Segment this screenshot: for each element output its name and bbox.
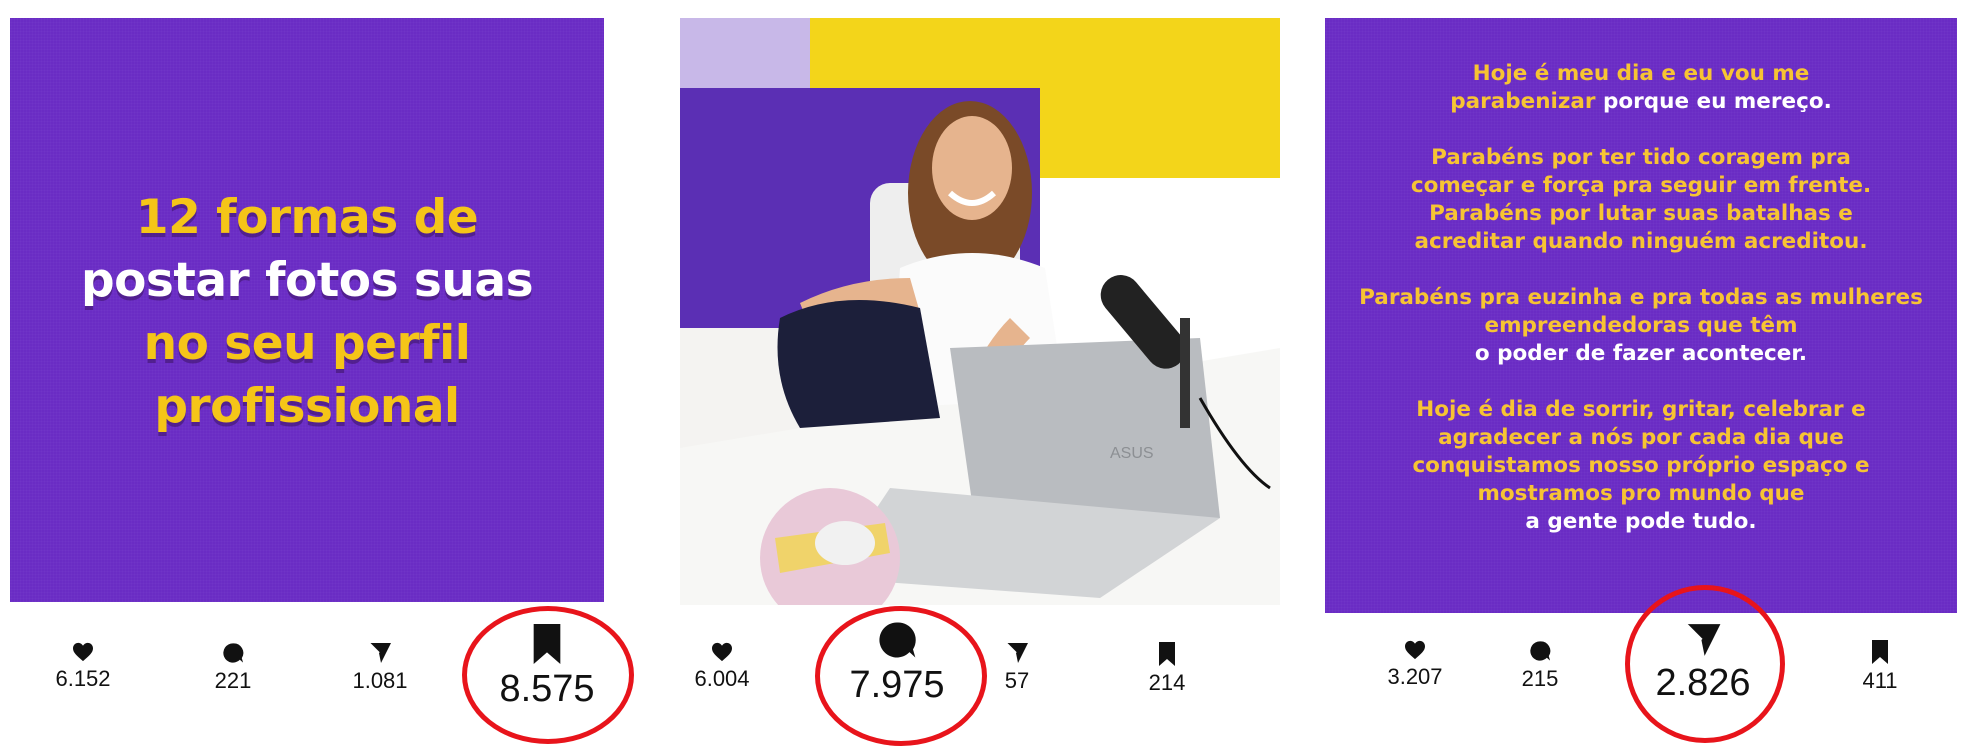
comment-bubble-icon — [223, 643, 244, 663]
post-image-2[interactable]: ASUS — [680, 18, 1280, 605]
likes-stat[interactable]: 6.004 — [662, 642, 782, 692]
paragraph-1: Hoje é meu dia e eu vou me parabenizar p… — [1450, 61, 1832, 114]
comments-count: 215 — [1521, 666, 1559, 691]
saves-stat[interactable]: 214 — [1107, 642, 1227, 696]
paragraph-2: Parabéns por ter tido coragem pra começa… — [1410, 145, 1872, 254]
heart-icon — [712, 642, 732, 662]
saves-stat[interactable]: 411 — [1820, 640, 1940, 694]
shares-stat[interactable]: 1.081 — [320, 642, 440, 694]
saves-count: 411 — [1862, 668, 1898, 693]
post-3-text: Hoje é meu dia e eu vou me parabenizar p… — [1345, 60, 1937, 564]
post-card-1: 12 formas de postar fotos suas no seu pe… — [0, 0, 640, 746]
title-line-4: profissional — [154, 379, 460, 434]
comment-bubble-icon — [1530, 641, 1551, 661]
likes-stat[interactable]: 6.152 — [23, 642, 143, 692]
svg-text:ASUS: ASUS — [1110, 445, 1154, 462]
likes-count: 3.207 — [1387, 664, 1443, 689]
heart-icon — [73, 642, 93, 662]
paragraph-3: Parabéns pra euzinha e pra todas as mulh… — [1359, 285, 1923, 366]
likes-stat[interactable]: 3.207 — [1355, 640, 1475, 690]
post-image-1[interactable]: 12 formas de postar fotos suas no seu pe… — [10, 18, 604, 602]
comments-count: 221 — [214, 668, 252, 693]
send-icon — [1005, 642, 1028, 663]
shares-count: 57 — [1004, 668, 1030, 693]
bookmark-icon — [1872, 640, 1888, 664]
send-icon — [368, 642, 391, 663]
comments-stat[interactable]: 221 — [173, 642, 293, 694]
heart-icon — [1405, 640, 1425, 660]
likes-count: 6.004 — [694, 666, 750, 691]
title-line-2: postar fotos suas — [80, 253, 534, 308]
bookmark-icon — [1159, 642, 1175, 666]
highlight-circle — [462, 606, 634, 744]
highlight-circle — [815, 606, 987, 746]
post-image-3[interactable]: Hoje é meu dia e eu vou me parabenizar p… — [1325, 18, 1957, 613]
title-line-1: 12 formas de — [135, 190, 479, 245]
saves-count: 214 — [1148, 670, 1186, 695]
shares-count: 1.081 — [352, 668, 408, 693]
photo-woman-at-desk: ASUS — [680, 18, 1280, 605]
title-line-3: no seu perfil — [143, 316, 471, 371]
comments-stat[interactable]: 215 — [1480, 640, 1600, 692]
post-card-2: ASUS 6.004 7.975 57 214 — [655, 0, 1310, 746]
likes-count: 6.152 — [55, 666, 111, 691]
paragraph-4: Hoje é dia de sorrir, gritar, celebrar e… — [1412, 397, 1870, 534]
highlight-circle — [1625, 585, 1785, 743]
post-card-3: Hoje é meu dia e eu vou me parabenizar p… — [1310, 0, 1967, 746]
post-1-title: 12 formas de postar fotos suas no seu pe… — [10, 186, 604, 438]
